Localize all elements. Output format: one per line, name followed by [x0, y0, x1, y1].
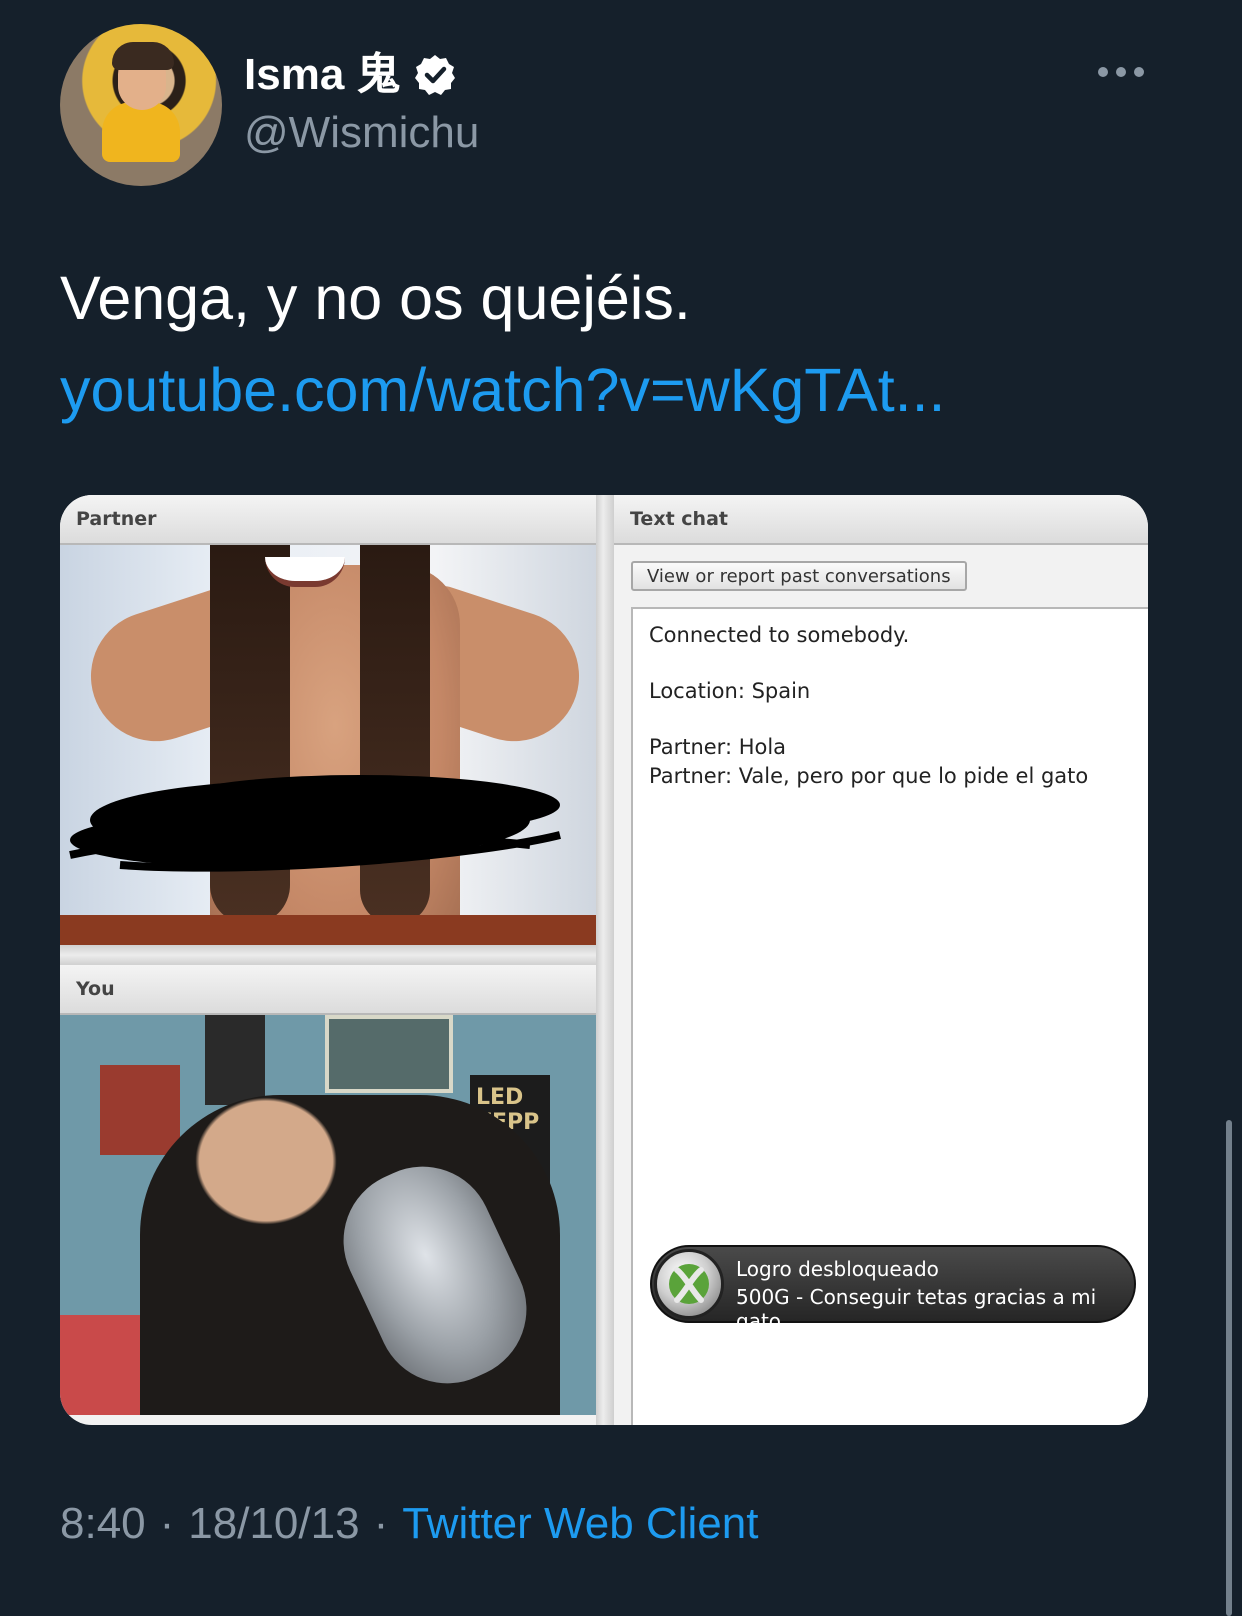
- partner-pane-header: Partner: [60, 495, 596, 545]
- past-conversations-button[interactable]: View or report past conversations: [631, 561, 967, 591]
- tweet-meta: 8:40 · 18/10/13 · Twitter Web Client: [60, 1496, 758, 1552]
- more-options-icon[interactable]: [1098, 56, 1144, 88]
- scrollbar[interactable]: [1226, 1120, 1232, 1616]
- achievement-description: 500G - Conseguir tetas gracias a mi gato: [736, 1285, 1097, 1333]
- wall-poster: [100, 1065, 180, 1155]
- author-name[interactable]: Isma 鬼: [244, 50, 401, 100]
- verified-badge-icon: [413, 53, 457, 97]
- tweet-time[interactable]: 8:40: [60, 1496, 146, 1552]
- wall-poster: [325, 1015, 453, 1093]
- tweet-media-image[interactable]: Partner You LED ZEPP Text chat View or r…: [60, 495, 1148, 1425]
- achievement-toast: Logro desbloqueado 500G - Conseguir teta…: [650, 1245, 1136, 1333]
- tweet-link[interactable]: youtube.com/watch?v=wKgTAt...: [60, 354, 945, 426]
- you-pane-header: You: [60, 965, 596, 1015]
- partner-video: [60, 545, 596, 945]
- dot: [1098, 67, 1108, 77]
- pane-divider: [60, 945, 596, 965]
- chat-line: Partner: Vale, pero por que lo pide el g…: [649, 764, 1089, 788]
- pane-divider: [596, 495, 614, 1425]
- author-name-row[interactable]: Isma 鬼: [244, 50, 457, 100]
- meta-separator: ·: [373, 1499, 389, 1548]
- tweet-text: Venga, y no os quejéis.: [60, 264, 691, 332]
- meta-separator: ·: [159, 1499, 175, 1548]
- avatar-hair: [112, 42, 174, 70]
- avatar-shirt: [102, 102, 180, 162]
- dot: [1134, 67, 1144, 77]
- partner-floor: [60, 915, 596, 945]
- chat-line: Partner: Hola: [649, 735, 787, 759]
- xbox-icon: [654, 1249, 724, 1319]
- tweet-client-link[interactable]: Twitter Web Client: [402, 1496, 758, 1552]
- achievement-title: Logro desbloqueado: [736, 1257, 939, 1281]
- censor-scribble: [69, 775, 561, 872]
- wall-poster: [205, 1015, 265, 1105]
- chat-pane-header: Text chat: [614, 495, 1148, 545]
- dot: [1116, 67, 1126, 77]
- tweet-date[interactable]: 18/10/13: [188, 1496, 359, 1552]
- you-video: LED ZEPP: [60, 1015, 596, 1415]
- chat-line: Connected to somebody.: [649, 623, 910, 647]
- avatar[interactable]: [60, 24, 222, 186]
- chat-line: Location: Spain: [649, 679, 811, 703]
- author-handle[interactable]: @Wismichu: [244, 108, 479, 158]
